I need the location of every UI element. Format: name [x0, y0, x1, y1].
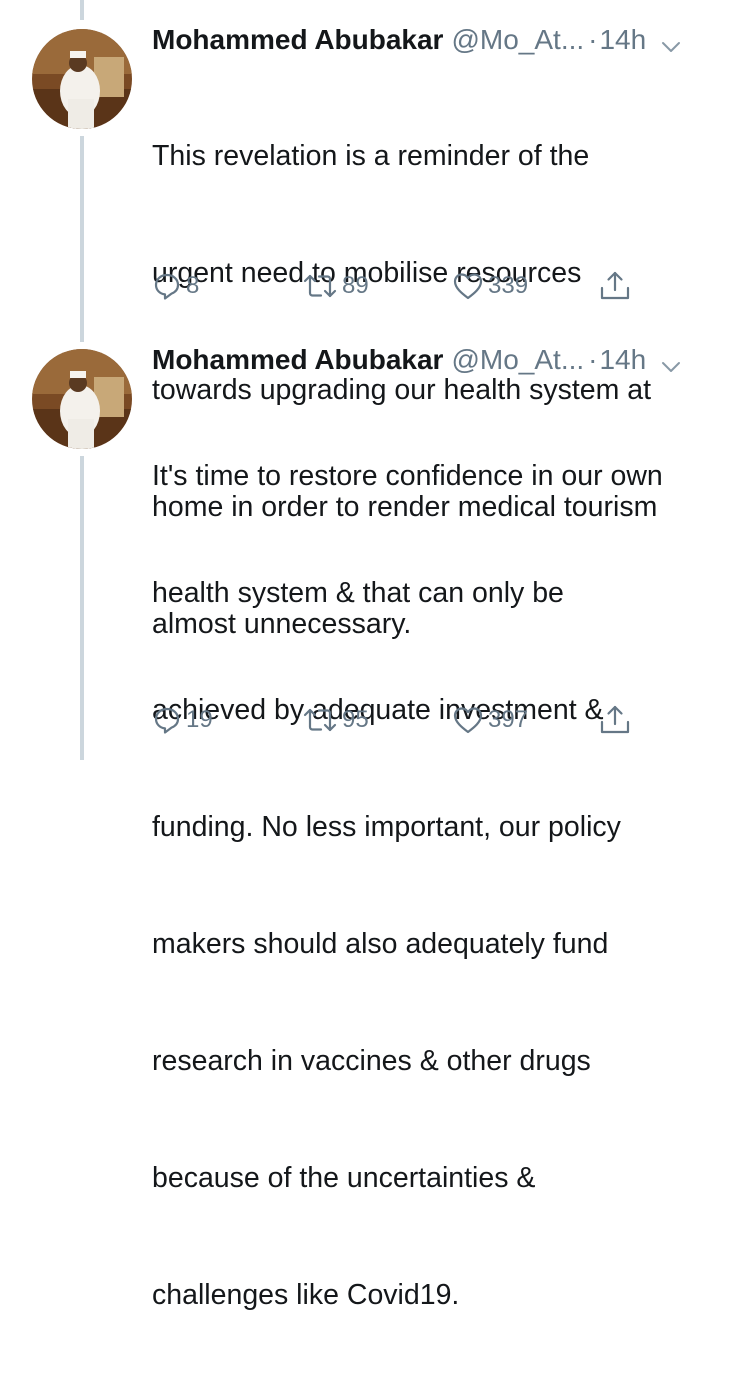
- retweet-icon: [302, 705, 338, 735]
- tweet-actions: 8 89 339: [152, 266, 652, 306]
- tweet-text-line: makers should also adequately fund: [152, 928, 609, 960]
- chevron-down-icon[interactable]: [660, 29, 682, 52]
- timestamp[interactable]: 14h: [599, 340, 646, 380]
- like-count: 397: [488, 706, 529, 733]
- author-name[interactable]: Mohammed Abubakar: [152, 20, 443, 60]
- tweet-actions: 19 95 397: [152, 700, 652, 740]
- avatar[interactable]: [32, 29, 132, 129]
- heart-icon: [452, 271, 484, 301]
- retweet-button[interactable]: 89: [302, 266, 369, 306]
- retweet-count: 95: [342, 706, 369, 733]
- author-name[interactable]: Mohammed Abubakar: [152, 340, 443, 380]
- tweet-text-line: because of the uncertainties &: [152, 1162, 536, 1194]
- tweet-text-line: challenges like Covid19.: [152, 1279, 460, 1311]
- author-handle[interactable]: @Mo_At...: [451, 20, 584, 60]
- tweet-text: It's time to restore confidence in our o…: [152, 379, 742, 1393]
- tweet-text-line: It's time to restore confidence in our o…: [152, 460, 663, 492]
- retweet-button[interactable]: 95: [302, 700, 369, 740]
- tweet-header: Mohammed Abubakar @Mo_At... · 14h: [152, 340, 730, 380]
- reply-count: 8: [186, 272, 200, 299]
- chevron-down-icon[interactable]: [660, 349, 682, 372]
- heart-icon: [452, 705, 484, 735]
- separator-dot: ·: [588, 24, 598, 55]
- share-button[interactable]: [598, 266, 632, 306]
- share-icon: [598, 269, 632, 303]
- tweet[interactable]: Mohammed Abubakar @Mo_At... · 14h This r…: [0, 20, 750, 640]
- separator-dot: ·: [588, 344, 598, 375]
- retweet-icon: [302, 271, 338, 301]
- thread-line-top: [80, 0, 84, 20]
- tweet[interactable]: Mohammed Abubakar @Mo_At... · 14h It's t…: [0, 340, 750, 1311]
- tweet-text-line: health system & that can only be: [152, 577, 564, 609]
- like-button[interactable]: 397: [452, 700, 528, 740]
- like-count: 339: [488, 272, 529, 299]
- reply-icon: [152, 705, 182, 735]
- tweet-text-line: This revelation is a reminder of the: [152, 140, 590, 172]
- reply-button[interactable]: 19: [152, 700, 213, 740]
- reply-button[interactable]: 8: [152, 266, 199, 306]
- tweet-header: Mohammed Abubakar @Mo_At... · 14h: [152, 20, 730, 60]
- author-handle[interactable]: @Mo_At...: [451, 340, 584, 380]
- share-icon: [598, 703, 632, 737]
- timestamp[interactable]: 14h: [599, 20, 646, 60]
- share-button[interactable]: [598, 700, 632, 740]
- tweet-text-line: research in vaccines & other drugs: [152, 1045, 591, 1077]
- avatar[interactable]: [32, 349, 132, 449]
- retweet-count: 89: [342, 272, 369, 299]
- reply-icon: [152, 271, 182, 301]
- reply-count: 19: [186, 706, 213, 733]
- like-button[interactable]: 339: [452, 266, 528, 306]
- tweet-text-line: funding. No less important, our policy: [152, 811, 621, 843]
